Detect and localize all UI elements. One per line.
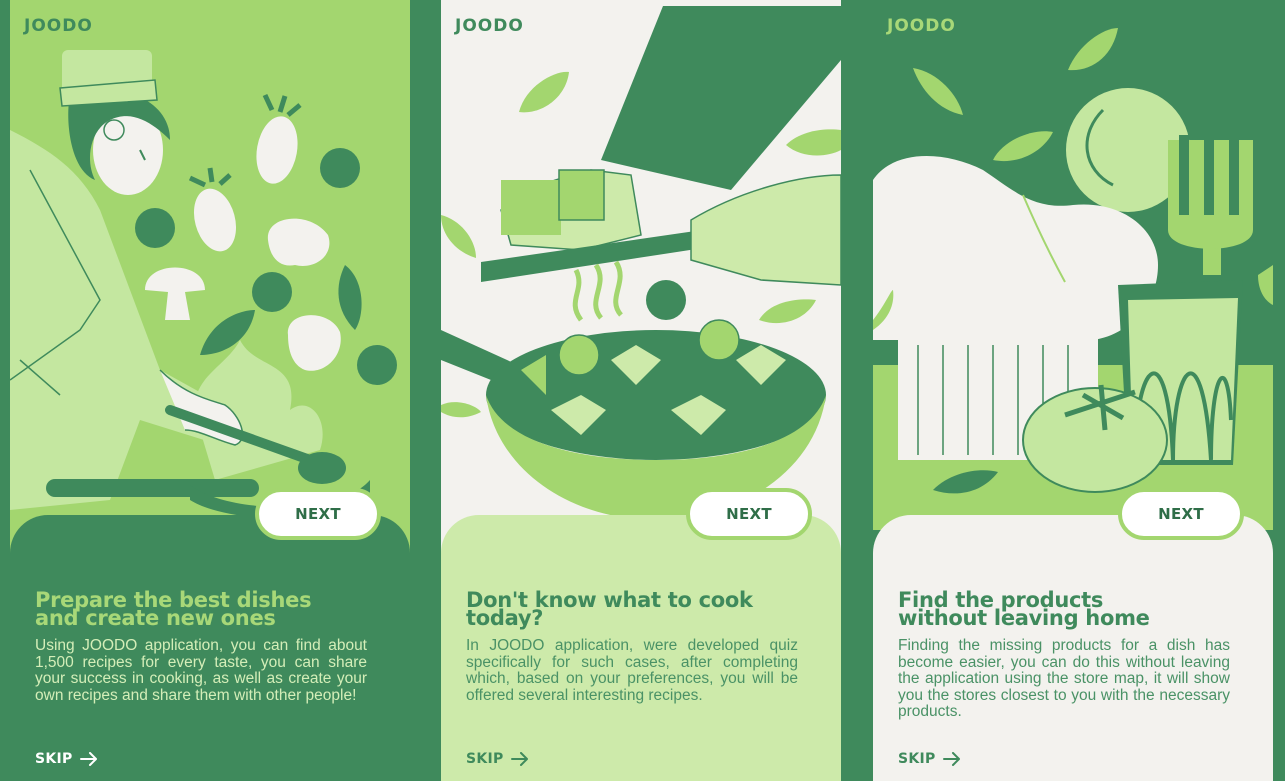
skip-button[interactable]: SKIP	[898, 748, 961, 770]
skip-button[interactable]: SKIP	[35, 748, 98, 770]
onboarding-screen-3: JOODO NEXT Find the products without lea…	[873, 0, 1273, 781]
screen-description: Finding the missing products for a dish …	[898, 637, 1230, 720]
skip-label: SKIP	[466, 751, 504, 767]
title-line-2: without leaving home	[898, 606, 1150, 630]
next-button[interactable]: NEXT	[686, 488, 812, 540]
arrow-right-icon	[942, 752, 960, 766]
skip-label: SKIP	[898, 751, 936, 767]
title-line-2: today?	[466, 606, 544, 630]
screen-description: In JOODO application, were developed qui…	[466, 637, 798, 704]
screen-title: Find the products without leaving home	[898, 590, 1248, 630]
arrow-right-icon	[510, 752, 528, 766]
onboarding-screen-1: JOODO NEXT Prepare the best dishes and c…	[10, 0, 410, 781]
logo: JOODO	[24, 16, 93, 36]
next-button[interactable]: NEXT	[255, 488, 381, 540]
screen-description: Using JOODO application, you can find ab…	[35, 637, 367, 704]
screen-title: Don't know what to cook today?	[466, 590, 816, 630]
chef-cooking-illustration	[10, 50, 397, 519]
arrow-right-icon	[79, 752, 97, 766]
cooking-bowl-illustration	[441, 6, 841, 520]
logo: JOODO	[887, 16, 956, 36]
skip-button[interactable]: SKIP	[466, 748, 529, 770]
chef-hat-groceries-illustration	[873, 28, 1273, 530]
screen-title: Prepare the best dishes and create new o…	[35, 590, 385, 630]
logo: JOODO	[455, 16, 524, 36]
onboarding-screen-2: JOODO NEXT Don't know what to cook today…	[441, 0, 841, 781]
skip-label: SKIP	[35, 751, 73, 767]
next-button[interactable]: NEXT	[1118, 488, 1244, 540]
title-line-2: and create new ones	[35, 606, 276, 630]
